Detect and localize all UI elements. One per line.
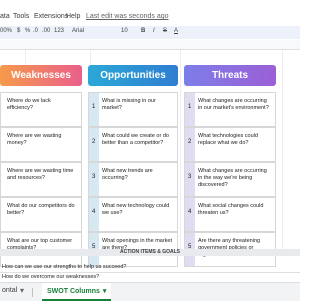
list-item[interactable]: 3 What new trends are occurring?	[88, 162, 178, 197]
list-item[interactable]: Where do we lack efficiency?	[0, 92, 82, 127]
text-color-button[interactable]: A	[174, 28, 178, 34]
question-text: Where are we wasting money?	[7, 133, 62, 146]
opportunities-header: Opportunities	[88, 65, 178, 86]
question-text: What changes are occurring in our market…	[198, 98, 269, 111]
bold-button[interactable]: B	[141, 28, 145, 34]
item-number: 2	[188, 139, 192, 145]
question-text: What changes are occurring in the way we…	[198, 168, 267, 188]
zoom-select[interactable]: 00%	[0, 28, 12, 34]
grid-line	[282, 50, 283, 256]
decrease-decimal-button[interactable]: .0	[33, 28, 38, 34]
font-select[interactable]: Arial	[72, 28, 84, 34]
weaknesses-header: Weaknesses	[0, 65, 82, 86]
action-row-text: How can we use our strengths to help us …	[2, 264, 127, 270]
font-size-input[interactable]: 10	[121, 28, 128, 34]
tab-swot-columns[interactable]: SWOT Columns ▾	[42, 283, 112, 301]
column-headers	[0, 40, 300, 50]
item-number: 3	[92, 174, 96, 180]
list-item[interactable]: 1 What changes are occurring in our marke…	[184, 92, 276, 127]
question-text: What new technology could we use?	[102, 203, 170, 216]
question-text: What do our competitors do better?	[7, 203, 75, 216]
item-number: 2	[92, 139, 96, 145]
list-item[interactable]: 3 What changes are occurring in the way w…	[184, 162, 276, 197]
menu-tools[interactable]: Tools	[13, 13, 29, 20]
item-number: 1	[92, 104, 96, 110]
question-text: What technologies could replace what we …	[198, 133, 258, 146]
question-text: What could we create or do better than a…	[102, 133, 169, 146]
item-number: 3	[188, 174, 192, 180]
list-item[interactable]: Where are we wasting money?	[0, 127, 82, 162]
grid-line	[180, 50, 181, 256]
action-items-header: ACTION ITEMS & GOALS	[0, 249, 300, 256]
format-button[interactable]: 123	[54, 28, 64, 34]
percent-button[interactable]: %	[25, 28, 30, 34]
strikethrough-button[interactable]: S	[163, 28, 167, 34]
question-text: What is missing in our market?	[102, 98, 156, 111]
sheet-tab-bar: ontal ▾ SWOT Columns ▾	[0, 282, 300, 301]
list-item[interactable]: 2 What technologies could replace what we…	[184, 127, 276, 162]
list-item[interactable]: Where are we wasting time and resources?	[0, 162, 82, 197]
tab-horizontal[interactable]: ontal	[2, 287, 17, 294]
menu-data[interactable]: ata	[0, 13, 10, 20]
chevron-down-icon[interactable]: ▾	[20, 286, 24, 295]
italic-button[interactable]: I	[153, 28, 155, 34]
menu-extensions[interactable]: Extensions	[34, 13, 68, 20]
menu-help[interactable]: Help	[66, 13, 80, 20]
toolbar: 00% $ % .0 .00 123 Arial 10 B I S A	[0, 26, 300, 39]
item-number: 4	[92, 209, 96, 215]
list-item[interactable]: What do our competitors do better?	[0, 197, 82, 232]
increase-decimal-button[interactable]: .00	[42, 28, 50, 34]
threats-header: Threats	[184, 65, 276, 86]
tab-label: SWOT Columns	[47, 287, 100, 295]
list-item[interactable]: 4 What social changes could threaten us?	[184, 197, 276, 232]
list-item[interactable]: 4 What new technology could we use?	[88, 197, 178, 232]
tab-divider	[32, 288, 33, 297]
menu-bar: ata Tools Extensions Help Last edit was …	[0, 0, 300, 28]
question-text: What social changes could threaten us?	[198, 203, 264, 216]
list-item[interactable]: 1 What is missing in our market?	[88, 92, 178, 127]
sheet-grid: Weaknesses Where do we lack efficiency? …	[0, 50, 300, 281]
currency-button[interactable]: $	[17, 28, 20, 34]
question-text: What new trends are occurring?	[102, 168, 153, 181]
list-item[interactable]: 2 What could we create or do better than …	[88, 127, 178, 162]
action-row-text: How do we overcome our weaknesses?	[2, 274, 100, 280]
item-number: 1	[188, 104, 192, 110]
question-text: Where are we wasting time and resources?	[7, 168, 74, 181]
question-text: Where do we lack efficiency?	[7, 98, 51, 111]
chevron-down-icon[interactable]: ▾	[103, 287, 107, 295]
last-edit-link[interactable]: Last edit was seconds ago	[86, 13, 169, 20]
item-number: 4	[188, 209, 192, 215]
